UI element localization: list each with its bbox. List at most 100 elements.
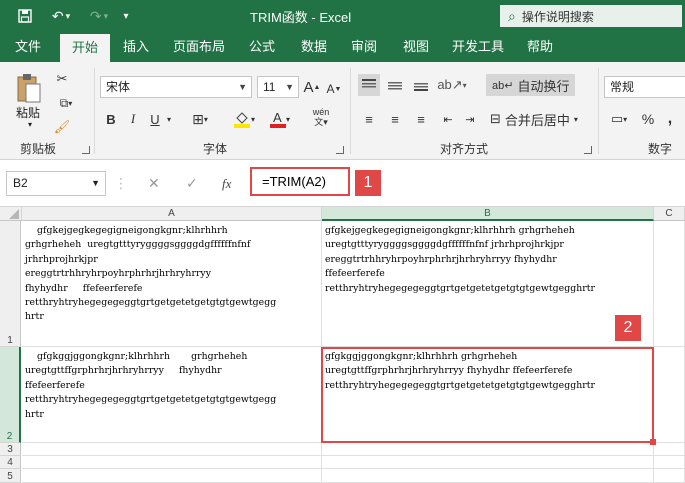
wrap-text-icon: ab↵ [492, 79, 514, 92]
cell-c2[interactable] [654, 347, 685, 443]
font-size-value: 11 [263, 80, 276, 94]
fill-color-icon[interactable]: ▾ [230, 108, 258, 130]
align-bottom-icon[interactable] [410, 74, 432, 96]
number-group-label: 数字 [648, 142, 673, 156]
undo-icon[interactable]: ↶ ▾ [46, 0, 76, 32]
comma-style-button[interactable]: , [662, 108, 678, 130]
orientation-icon[interactable]: ab↗ ▾ [437, 74, 466, 96]
wrap-text-button[interactable]: ab↵ 自动换行 [486, 74, 576, 96]
paste-button[interactable] [12, 68, 46, 108]
cell-b5[interactable] [322, 469, 654, 483]
customize-qat-icon[interactable]: ▾ [118, 0, 134, 32]
tell-me-search[interactable]: ⌕ 操作说明搜索 [500, 5, 682, 27]
cancel-icon[interactable]: ✕ [148, 171, 160, 196]
name-box-value: B2 [13, 176, 28, 190]
column-header-a[interactable]: A [22, 207, 322, 221]
align-center-icon[interactable]: ≡ [384, 108, 406, 130]
increase-indent-icon[interactable]: ⇥ [460, 108, 480, 130]
decrease-indent-icon[interactable]: ⇤ [438, 108, 458, 130]
underline-button[interactable]: U [146, 108, 164, 130]
borders-icon[interactable]: ⊞ ▾ [186, 108, 214, 130]
accounting-format-icon[interactable]: ▭ ▾ [604, 108, 634, 130]
select-all-corner[interactable] [0, 207, 22, 221]
wrap-text-label: 自动换行 [517, 78, 570, 94]
save-icon[interactable] [14, 0, 36, 32]
tab-formulas[interactable]: 公式 [240, 32, 284, 62]
row-header-5[interactable]: 5 [0, 469, 21, 483]
cell-c4[interactable] [654, 456, 685, 469]
name-box[interactable]: B2 ▼ [6, 171, 106, 196]
chevron-down-icon: ▼ [285, 82, 294, 92]
tab-page-layout[interactable]: 页面布局 [168, 32, 230, 62]
group-divider [350, 68, 351, 154]
increase-font-icon[interactable]: A ▲ [304, 76, 321, 98]
number-format-select[interactable]: 常规 [604, 76, 685, 98]
row-header-1[interactable]: 1 [0, 221, 21, 347]
cell-b3[interactable] [322, 443, 654, 456]
formula-input[interactable]: =TRIM(A2) [250, 167, 350, 196]
tab-data[interactable]: 数据 [292, 32, 336, 62]
row-header-2[interactable]: 2 [0, 347, 21, 443]
cut-icon[interactable]: ✂ [52, 68, 72, 90]
tab-home[interactable]: 开始 [60, 34, 110, 62]
insert-function-icon[interactable]: fx [222, 171, 231, 196]
row-header-4[interactable]: 4 [0, 456, 21, 469]
alignment-dialog-launcher[interactable] [584, 146, 592, 154]
cell-a1[interactable]: gfgkejgegkegegigneigongkgnr;klhrhhrh grh… [22, 221, 322, 347]
cell-a3[interactable] [22, 443, 322, 456]
merge-center-button[interactable]: ⊟ 合并后居中 ▾ [486, 108, 582, 130]
redo-icon[interactable]: ↷ ▾ [84, 0, 114, 32]
align-top-icon[interactable] [358, 74, 380, 96]
cell-c3[interactable] [654, 443, 685, 456]
align-middle-icon[interactable] [384, 74, 406, 96]
font-size-select[interactable]: 11 ▼ [257, 76, 299, 98]
alignment-group-label: 对齐方式 [440, 142, 489, 156]
column-header-b[interactable]: B [322, 207, 654, 221]
merge-center-label: 合并后居中 [504, 112, 570, 128]
selected-cell-highlight [321, 347, 654, 443]
cell-a5[interactable] [22, 469, 322, 483]
title-bar: ↶ ▾ ↷ ▾ ▾ TRIM函数 - Excel ⌕ 操作说明搜索 [0, 0, 685, 32]
cell-b1[interactable]: gfgkejgegkegegigneigongkgnr;klhrhhrh grh… [322, 221, 654, 347]
paste-dropdown-icon[interactable]: ▾ [28, 120, 32, 129]
row-header-3[interactable]: 3 [0, 443, 21, 456]
font-name-value: 宋体 [106, 80, 131, 94]
column-header-c[interactable]: C [654, 207, 685, 221]
percent-style-button[interactable]: % [640, 108, 656, 130]
phonetic-guide-icon[interactable]: wén 文▾ [308, 106, 334, 128]
cell-c1[interactable] [654, 221, 685, 347]
cell-a2[interactable]: gfgkggjggongkgnr;klhrhhrh grhgrheheh ure… [22, 347, 322, 443]
tab-developer[interactable]: 开发工具 [446, 32, 510, 62]
font-color-icon[interactable]: A ▾ [266, 108, 294, 130]
tab-view[interactable]: 视图 [394, 32, 438, 62]
group-divider [598, 68, 599, 154]
align-right-icon[interactable]: ≡ [410, 108, 432, 130]
chevron-down-icon: ▼ [238, 82, 247, 92]
window-title: TRIM函数 - Excel [250, 10, 352, 25]
align-left-icon[interactable]: ≡ [358, 108, 380, 130]
more-icon: ⋮ [114, 175, 128, 191]
fill-handle[interactable] [650, 439, 656, 445]
font-dialog-launcher[interactable] [336, 146, 344, 154]
enter-icon[interactable]: ✓ [186, 171, 198, 196]
tab-insert[interactable]: 插入 [114, 32, 158, 62]
bold-button[interactable]: B [102, 108, 120, 130]
tab-file[interactable]: 文件 [6, 32, 50, 62]
cell-a1-text: gfgkejgegkegegigneigongkgnr;klhrhhrh grh… [25, 225, 277, 323]
cell-a4[interactable] [22, 456, 322, 469]
font-name-select[interactable]: 宋体 ▼ [100, 76, 252, 98]
chevron-down-icon: ▼ [91, 178, 100, 188]
format-painter-icon[interactable]: 🖌 [52, 116, 72, 138]
tab-help[interactable]: 帮助 [518, 32, 562, 62]
tell-me-label: 操作说明搜索 [521, 9, 594, 24]
italic-button[interactable]: I [124, 108, 142, 130]
cell-c5[interactable] [654, 469, 685, 483]
chevron-down-icon[interactable]: ▾ [164, 108, 174, 130]
cell-b4[interactable] [322, 456, 654, 469]
paste-label: 粘贴 [16, 106, 41, 120]
tab-review[interactable]: 审阅 [342, 32, 386, 62]
chevron-down-icon: ▾ [573, 114, 578, 124]
clipboard-dialog-launcher[interactable] [82, 146, 90, 154]
copy-icon[interactable]: ⧉ ▾ [52, 92, 80, 114]
decrease-font-icon[interactable]: A ▼ [326, 78, 342, 100]
